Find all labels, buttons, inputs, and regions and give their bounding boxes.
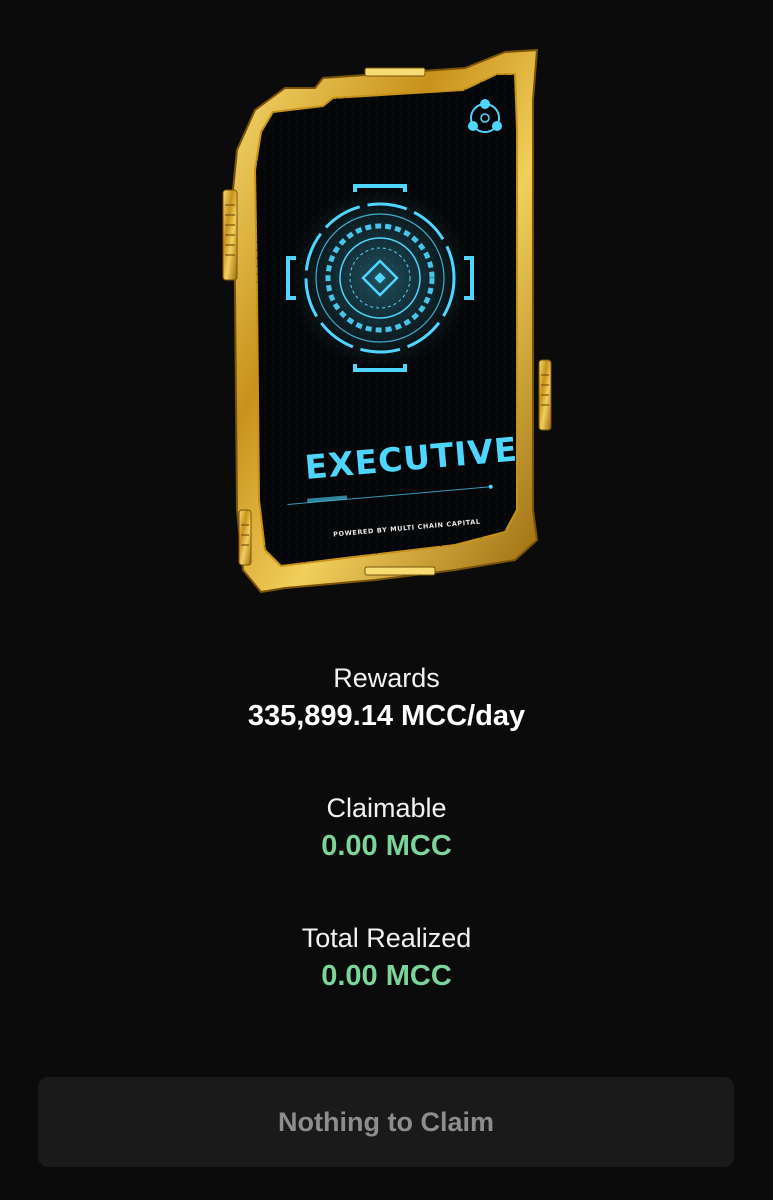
nft-card-art: EXECUTIVE POWERED BY MULTI CHAIN CAPITAL [222,48,552,594]
total-realized-value: 0.00 MCC [321,960,452,992]
claim-button[interactable]: Nothing to Claim [38,1077,734,1167]
rewards-value: 335,899.14 MCC/day [247,700,526,732]
claimable-stat: Claimable 0.00 MCC [0,790,773,866]
nft-card: EXECUTIVE POWERED BY MULTI CHAIN CAPITAL [215,40,560,605]
total-realized-label: Total Realized [301,923,472,953]
claimable-label: Claimable [326,793,447,823]
total-realized-stat: Total Realized 0.00 MCC [0,920,773,996]
stats-section: Rewards 335,899.14 MCC/day Claimable 0.0… [0,660,773,996]
rewards-stat: Rewards 335,899.14 MCC/day [0,660,773,736]
rewards-label: Rewards [333,663,440,693]
claimable-value: 0.00 MCC [321,830,452,862]
